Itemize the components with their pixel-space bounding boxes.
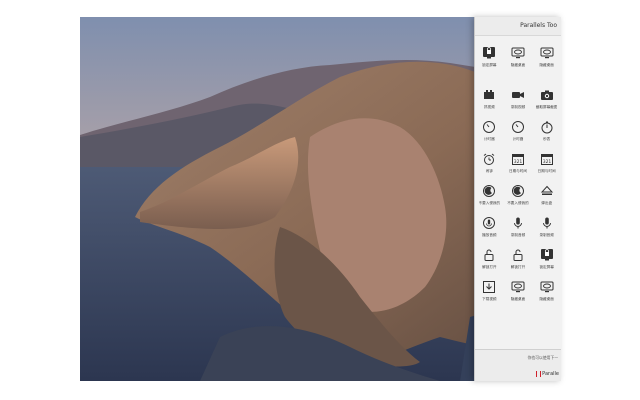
tool-grid: 锁定屏幕 隐藏桌面 隐藏桌面 [475, 42, 561, 74]
tool-label: 下载视频 [482, 297, 497, 301]
tool-button[interactable]: 隐藏桌面 [532, 276, 561, 308]
parallels-logo-icon [536, 371, 542, 377]
unlock-icon [510, 247, 526, 263]
eject-icon [539, 183, 555, 199]
footer-hint-text: 你也可以使用下一 [527, 355, 558, 360]
download-icon [481, 279, 497, 295]
tool-label: 计时器 [483, 137, 495, 141]
display-eye-icon [539, 45, 555, 61]
alarm-clock-icon [481, 151, 497, 167]
tool-button[interactable]: 锁定屏幕 [475, 42, 504, 74]
lock-screen-icon [539, 247, 555, 263]
tool-button[interactable]: 321 日期与时间 [532, 148, 561, 180]
tool-label: 闹钟 [485, 169, 493, 173]
tool-label: 隐藏桌面 [510, 63, 526, 67]
timer-icon [510, 119, 526, 135]
calendar-icon: 321 [539, 151, 555, 167]
tool-button[interactable]: 录制音频 [504, 212, 533, 244]
unlock-icon [481, 247, 497, 263]
tool-grid: 抓视频 录制视频 截取屏幕截图计时器 计时器 秒表闹钟 321 日期与时间 321 日期与时间不… [475, 84, 561, 308]
brand-text: Paralle [542, 371, 559, 377]
camera-icon [481, 87, 497, 103]
tool-label: 隐藏桌面 [539, 63, 554, 67]
tool-label: 弹出盘 [541, 201, 553, 205]
tool-button[interactable]: 播放音频 [475, 212, 504, 244]
stopwatch-icon [539, 119, 555, 135]
tool-button[interactable]: 不要入侵我的 [504, 180, 533, 212]
tool-button[interactable]: 锁定屏幕 [532, 244, 561, 276]
tool-button[interactable]: 隐藏桌面 [532, 42, 561, 74]
tool-button[interactable]: 下载视频 [475, 276, 504, 308]
microphone-icon [510, 215, 526, 231]
tool-label: 不要入侵我的 [507, 201, 529, 205]
tool-label: 截取屏幕截图 [535, 105, 558, 109]
tool-button[interactable]: 计时器 [475, 116, 504, 148]
tool-label: 计时器 [512, 137, 524, 141]
tool-label: 解锁打开 [510, 265, 526, 269]
svg-text:321: 321 [542, 159, 551, 165]
tool-sections: 锁定屏幕 隐藏桌面 隐藏桌面 抓视频 录制视频 截取屏幕截图 计时器 计时器 秒表 闹钟 321 日期… [475, 36, 561, 322]
tool-label: 秒表 [543, 137, 551, 141]
tool-button[interactable]: 不要入侵我的 [475, 180, 504, 212]
panel-footer: 你也可以使用下一 Paralle [475, 349, 561, 381]
tool-label: 日期与时间 [537, 169, 556, 173]
display-eye-icon [510, 279, 526, 295]
lock-screen-icon [481, 45, 497, 61]
do-not-sleep-icon [481, 183, 497, 199]
tool-label: 日期与时间 [509, 169, 527, 173]
tool-button[interactable]: 321 日期与时间 [504, 148, 533, 180]
panel-title: Parallels Too [475, 17, 561, 36]
tool-button[interactable]: 隐藏桌面 [504, 276, 533, 308]
tool-label: 解锁打开 [482, 265, 497, 269]
tool-label: 隐藏桌面 [510, 297, 526, 301]
tool-label: 锁定屏幕 [539, 265, 554, 269]
microphone-icon [539, 215, 555, 231]
tool-button[interactable]: 秒表 [532, 116, 561, 148]
tool-label: 隐藏桌面 [539, 297, 554, 301]
video-camera-icon [510, 87, 526, 103]
tool-label: 播放音频 [482, 233, 497, 237]
parallels-toolbox-panel: Parallels Too 锁定屏幕 隐藏桌面 隐藏桌面 抓视频 录制视频 截取屏幕截图计… [474, 17, 561, 381]
svg-text:321: 321 [514, 159, 523, 165]
tool-button[interactable]: 抓视频 [475, 84, 504, 116]
tool-label: 抓视频 [483, 105, 495, 109]
tool-button[interactable]: 截取屏幕截图 [532, 84, 561, 116]
tool-label: 录制音频 [539, 233, 554, 237]
tool-button[interactable]: 弹出盘 [532, 180, 561, 212]
tool-label: 录制视频 [510, 105, 526, 109]
tool-button[interactable]: 录制音频 [532, 212, 561, 244]
tool-label: 录制音频 [510, 233, 526, 237]
calendar-icon: 321 [510, 151, 526, 167]
timer-icon [481, 119, 497, 135]
tool-button[interactable]: 解锁打开 [504, 244, 533, 276]
do-not-sleep-icon [510, 183, 526, 199]
tool-button[interactable]: 解锁打开 [475, 244, 504, 276]
tool-label: 锁定屏幕 [482, 63, 497, 67]
tool-button[interactable]: 闹钟 [475, 148, 504, 180]
tool-label: 不要入侵我的 [478, 201, 501, 205]
tool-button[interactable]: 录制视频 [504, 84, 533, 116]
tool-button[interactable]: 计时器 [504, 116, 533, 148]
photo-camera-icon [539, 87, 555, 103]
display-eye-icon [539, 279, 555, 295]
display-eye-icon [510, 45, 526, 61]
tool-button[interactable]: 隐藏桌面 [504, 42, 533, 74]
microphone-off-icon [481, 215, 497, 231]
parallels-brand: Paralle [536, 371, 559, 377]
